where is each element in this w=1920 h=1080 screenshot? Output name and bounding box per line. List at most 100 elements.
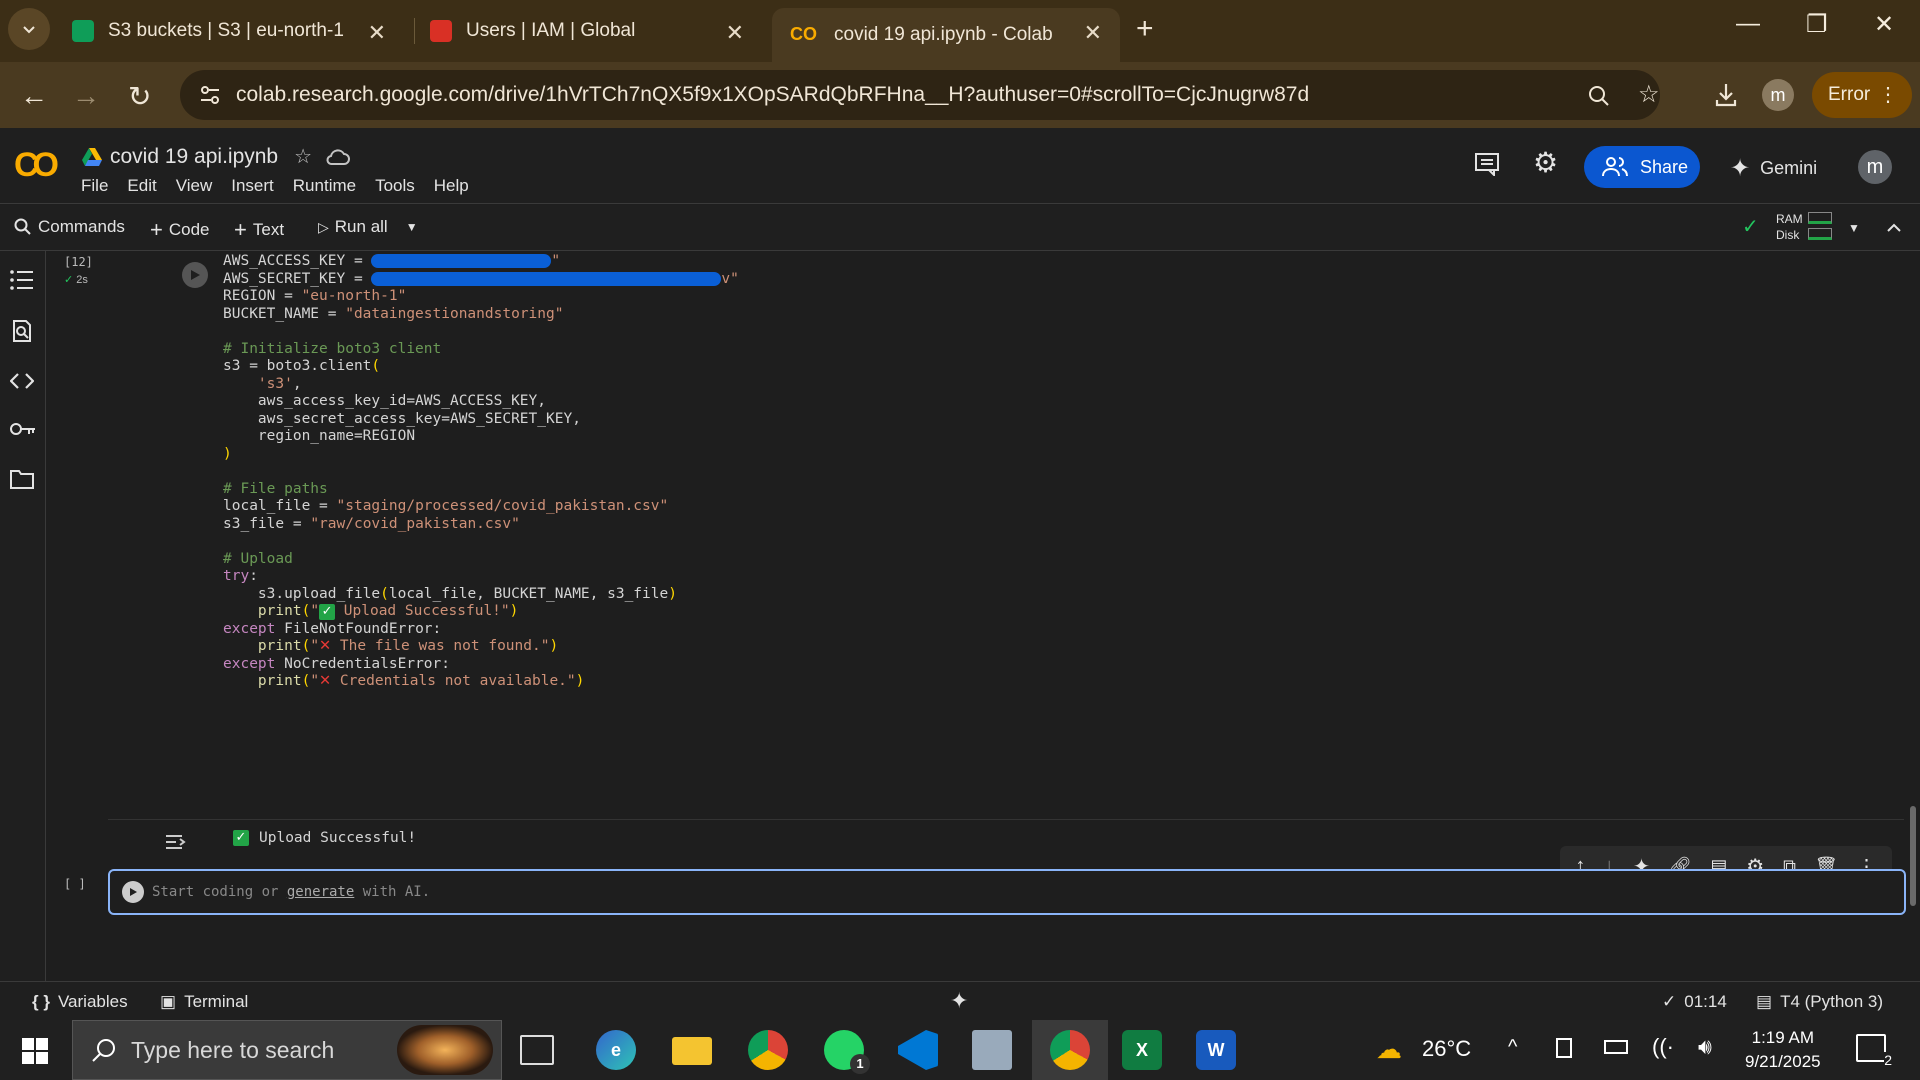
gemini-button[interactable]: ✦ Gemini <box>1730 154 1817 183</box>
close-icon[interactable]: ✕ <box>726 20 744 46</box>
vscode-icon[interactable] <box>898 1030 938 1070</box>
runtime-dropdown-icon[interactable]: ▼ <box>1848 221 1860 235</box>
commands-button[interactable]: Commands <box>14 217 125 237</box>
gemini-sparkle-icon[interactable]: ✦ <box>950 988 968 1014</box>
code-token: print <box>257 638 302 654</box>
dropdown-arrow-icon[interactable]: ▼ <box>406 220 418 234</box>
account-avatar[interactable]: m <box>1858 150 1892 184</box>
new-tab-icon[interactable]: + <box>1136 12 1154 46</box>
find-replace-icon[interactable] <box>10 319 34 343</box>
code-editor[interactable]: AWS_ACCESS_KEY = " AWS_SECRET_KEY = v" REG… <box>223 251 739 689</box>
tab-iam-users[interactable]: Users | IAM | Global ✕ <box>412 8 762 54</box>
edge-browser-icon[interactable]: e <box>596 1030 636 1070</box>
kebab-menu-icon[interactable]: ⋮ <box>1878 82 1898 107</box>
window-close-icon[interactable]: ✕ <box>1874 10 1894 39</box>
site-info-icon[interactable] <box>198 83 222 107</box>
tablet-icon[interactable] <box>1556 1038 1572 1058</box>
menu-help[interactable]: Help <box>434 176 469 196</box>
whatsapp-icon[interactable]: 1 <box>824 1030 870 1074</box>
menu-edit[interactable]: Edit <box>127 176 156 196</box>
back-arrow-icon[interactable]: ← <box>20 80 48 112</box>
tab-colab-notebook[interactable]: CO covid 19 api.ipynb - Colab ✕ <box>772 8 1120 62</box>
menu-file[interactable]: File <box>81 176 108 196</box>
temperature[interactable]: 26°C <box>1422 1036 1471 1062</box>
close-icon[interactable]: ✕ <box>368 20 386 46</box>
minimize-icon[interactable]: — <box>1736 10 1760 38</box>
code-token: ( <box>301 638 311 654</box>
menu-runtime[interactable]: Runtime <box>293 176 356 196</box>
generate-link[interactable]: generate <box>287 884 354 900</box>
zoom-icon[interactable] <box>1588 85 1610 107</box>
code-line: # File paths <box>223 479 739 497</box>
comments-icon[interactable] <box>1474 152 1500 176</box>
menu-tools[interactable]: Tools <box>375 176 415 196</box>
vertical-scrollbar[interactable] <box>1910 806 1916 906</box>
reload-icon[interactable]: ↻ <box>128 80 151 113</box>
show-hidden-icons-icon[interactable]: ^ <box>1508 1036 1517 1059</box>
system-clock[interactable]: 1:19 AM 9/21/2025 <box>1745 1026 1821 1074</box>
terminal-button[interactable]: ▣ Terminal <box>160 992 248 1012</box>
table-of-contents-icon[interactable] <box>10 269 34 291</box>
execution-count: [ ] <box>64 877 86 891</box>
secrets-key-icon[interactable] <box>10 421 36 437</box>
download-icon[interactable] <box>1714 82 1738 108</box>
run-all-button[interactable]: ▷ Run all ▼ <box>318 217 418 237</box>
photos-app-icon[interactable] <box>972 1030 1012 1070</box>
error-button[interactable]: Error ⋮ <box>1812 72 1912 118</box>
code-line: except NoCredentialsError: <box>223 654 739 672</box>
battery-icon[interactable] <box>1604 1040 1628 1054</box>
volume-icon[interactable]: 🔊︎ <box>1698 1034 1712 1060</box>
code-token: "dataingestionandstoring" <box>345 305 564 322</box>
bookmark-star-icon[interactable]: ☆ <box>1638 80 1660 109</box>
settings-gear-icon[interactable]: ⚙ <box>1533 146 1558 179</box>
close-icon[interactable]: ✕ <box>1084 20 1102 46</box>
code-snippets-icon[interactable] <box>10 371 34 391</box>
tab-s3-buckets[interactable]: S3 buckets | S3 | eu-north-1 ✕ <box>54 8 404 54</box>
profile-avatar[interactable]: m <box>1762 79 1794 111</box>
execution-status[interactable]: ✓ 01:14 <box>1662 992 1727 1012</box>
taskbar-search[interactable]: Type here to search <box>72 1020 502 1080</box>
menu-insert[interactable]: Insert <box>231 176 274 196</box>
excel-icon[interactable]: X <box>1122 1030 1162 1070</box>
error-label: Error <box>1828 84 1871 105</box>
cell-placeholder[interactable]: Start coding or generate with AI. <box>152 884 430 900</box>
menu-view[interactable]: View <box>176 176 213 196</box>
colab-logo[interactable]: CO <box>14 146 59 185</box>
share-button[interactable]: Share <box>1584 146 1700 188</box>
runtime-type[interactable]: ▤ T4 (Python 3) <box>1756 992 1883 1012</box>
cloud-saved-icon[interactable] <box>326 148 350 166</box>
notifications-icon[interactable]: 2 <box>1856 1034 1892 1068</box>
tab-search-button[interactable] <box>8 8 50 50</box>
restore-icon[interactable]: ❐ <box>1806 10 1828 39</box>
code-line: # Upload <box>223 549 739 567</box>
code-token: ) <box>668 585 677 602</box>
variables-button[interactable]: { } Variables <box>32 992 128 1012</box>
files-folder-icon[interactable] <box>10 469 34 489</box>
run-cell-button[interactable] <box>122 881 144 903</box>
empty-code-cell[interactable]: Start coding or generate with AI. <box>108 869 1906 915</box>
add-text-button[interactable]: + Text <box>234 217 284 243</box>
check-icon: ✓ <box>1662 992 1677 1011</box>
weather-icon[interactable]: ☁ <box>1376 1034 1402 1065</box>
code-token: NoCredentialsError: <box>275 655 450 672</box>
resource-monitor[interactable]: RAM Disk <box>1776 211 1803 243</box>
chrome-icon[interactable] <box>748 1030 788 1070</box>
code-token: s3 = boto3.client <box>223 358 372 374</box>
task-view-icon[interactable] <box>520 1035 554 1065</box>
notebook-title[interactable]: covid 19 api.ipynb <box>110 145 278 169</box>
windows-start-icon[interactable] <box>22 1038 48 1064</box>
word-icon[interactable]: W <box>1196 1030 1236 1070</box>
network-icon[interactable]: ((· <box>1652 1034 1674 1060</box>
star-icon[interactable]: ☆ <box>294 144 312 169</box>
run-cell-button[interactable] <box>182 262 208 288</box>
code-cell[interactable]: AWS_ACCESS_KEY = " AWS_SECRET_KEY = v" REG… <box>108 251 1904 856</box>
elapsed-label: 01:14 <box>1684 992 1727 1011</box>
output-toggle-icon[interactable] <box>164 832 188 852</box>
add-code-button[interactable]: + Code <box>150 217 210 243</box>
address-bar[interactable]: colab.research.google.com/drive/1hVrTCh7… <box>180 70 1660 120</box>
forward-arrow-icon[interactable]: → <box>72 80 100 112</box>
file-explorer-icon[interactable] <box>672 1037 712 1065</box>
chevron-up-icon[interactable] <box>1886 221 1902 235</box>
chrome-active-icon[interactable] <box>1050 1030 1090 1070</box>
